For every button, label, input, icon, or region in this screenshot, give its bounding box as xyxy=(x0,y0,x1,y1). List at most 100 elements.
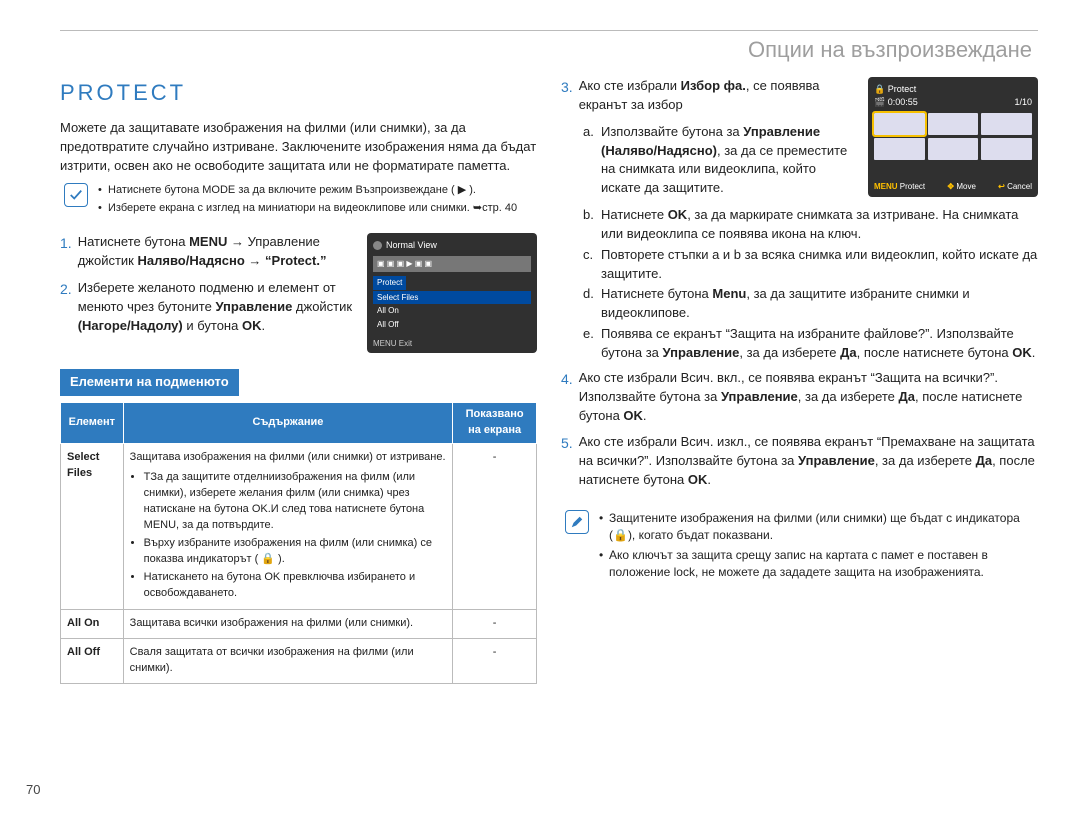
t: MENU xyxy=(189,234,227,249)
camera-screen-gallery: 🔒 Protect 🎬 0:00:55 1/10 xyxy=(868,77,1038,197)
t: Menu xyxy=(712,286,746,301)
intro-paragraph: Можете да защитавате изображения на филм… xyxy=(60,119,537,176)
t: → xyxy=(245,253,265,268)
thumb xyxy=(874,138,925,160)
t: Наляво/Надясно xyxy=(137,253,244,268)
steps-1-2: 1. Натиснете бутона MENU → Управление дж… xyxy=(60,233,355,353)
t: , за да изберете xyxy=(798,389,899,404)
thumb xyxy=(928,138,979,160)
t: OK xyxy=(1012,345,1032,360)
bottom-note-2: Ако ключът за защита срещу запис на карт… xyxy=(599,547,1038,582)
t: Избор фа. xyxy=(681,78,746,93)
screen-titlebar: Normal View xyxy=(373,239,531,252)
t: Натиснете бутона xyxy=(601,286,712,301)
rec-icon xyxy=(373,241,382,250)
step-3-text: 3. Ако сте избрали Избор фа., се появява… xyxy=(561,77,856,204)
menu-all-off: All Off xyxy=(373,318,531,332)
t: Защитава изображения на филми (или снимк… xyxy=(130,451,446,463)
t: Protect xyxy=(888,84,917,94)
two-column-layout: PROTECT Можете да защитавате изображения… xyxy=(0,77,1080,684)
submenu-table: Елемент Съдържание Показвано на екрана S… xyxy=(60,402,537,684)
t: Натиснете бутона xyxy=(78,234,189,249)
t: OK xyxy=(242,318,262,333)
mode-note-1: Натиснете бутона MODE за да включите реж… xyxy=(98,183,517,199)
list-item: Върху избраните изображения на филм (или… xyxy=(144,536,447,568)
cell-display: - xyxy=(453,610,537,639)
sub-body: Натиснете бутона Menu, за да защитите из… xyxy=(601,285,1038,323)
t: Move xyxy=(956,182,976,191)
t: Управление xyxy=(215,299,292,314)
cell-element: All On xyxy=(61,610,124,639)
table-row: All Off Сваля защитата от всички изображ… xyxy=(61,639,537,684)
t: джойстик xyxy=(292,299,352,314)
cell-content-inner: Защитава изображения на филми (или снимк… xyxy=(130,450,447,601)
t: Ако сте избрали xyxy=(579,78,681,93)
t: (Нагоре/Надолу) xyxy=(78,318,183,333)
protect-title: PROTECT xyxy=(60,77,537,109)
table-row: All On Защитава всички изображения на фи… xyxy=(61,610,537,639)
foot-protect: MENU Protect xyxy=(874,181,925,193)
pencil-icon xyxy=(565,510,589,534)
gallery-thumbs xyxy=(874,113,1032,160)
letter: e. xyxy=(583,325,597,363)
step-2-body: Изберете желаното подменю и елемент от м… xyxy=(78,279,355,336)
thumb xyxy=(981,138,1032,160)
t: OK xyxy=(688,472,708,487)
sub-body: Повторете стъпки a и b за всяка снимка и… xyxy=(601,246,1038,284)
t: , после натиснете бутона xyxy=(857,345,1013,360)
t: Да xyxy=(840,345,857,360)
t: , за да изберете xyxy=(875,453,976,468)
t: Да xyxy=(976,453,993,468)
foot-move: ✥ Move xyxy=(947,181,976,193)
mode-note-list: Натиснете бутона MODE за да включите реж… xyxy=(98,183,517,219)
page-number: 70 xyxy=(26,782,40,797)
letter: b. xyxy=(583,206,597,244)
cell-content: Сваля защитата от всички изображения на … xyxy=(123,639,453,684)
mode-note-2: Изберете екрана с изглед на миниатюри на… xyxy=(98,201,517,217)
step-3-row: 3. Ако сте избрали Избор фа., се появява… xyxy=(561,77,1038,204)
step-5: 5. Ако сте избрали Всич. изкл., се появя… xyxy=(561,433,1038,490)
left-column: PROTECT Можете да защитавате изображения… xyxy=(60,77,537,684)
t: . xyxy=(643,408,647,423)
t: “Protect.” xyxy=(265,253,326,268)
t: 0:00:55 xyxy=(888,97,918,107)
t: Да xyxy=(899,389,916,404)
manual-page: Опции на възпроизвеждане PROTECT Можете … xyxy=(0,0,1080,827)
gallery-time: 🎬 0:00:55 xyxy=(874,96,918,109)
th-display: Показвано на екрана xyxy=(453,403,537,444)
camera-screen-menu: Normal View ▣ ▣ ▣ ▶ ▣ ▣ Protect Select F… xyxy=(367,233,537,353)
foot-cancel: ↩ Cancel xyxy=(998,181,1032,193)
th-element: Елемент xyxy=(61,403,124,444)
step-1: 1. Натиснете бутона MENU → Управление дж… xyxy=(60,233,355,271)
t: Натиснете xyxy=(601,207,668,222)
cell-element: Select Files xyxy=(61,444,124,610)
list-item: Натискането на бутона OK превключва изби… xyxy=(144,570,447,602)
t: Управление xyxy=(721,389,798,404)
step-number: 3. xyxy=(561,77,573,115)
step-number: 4. xyxy=(561,369,573,426)
t: . xyxy=(707,472,711,487)
cell-display: - xyxy=(453,444,537,610)
menu-protect: Protect xyxy=(373,276,406,290)
t: Използвайте бутона за xyxy=(601,124,743,139)
bottom-note-block: Защитените изображения на филми (или сни… xyxy=(565,510,1038,584)
list-item: TЗа да защитите отделниизображения на фи… xyxy=(144,470,447,534)
sub-body: Появява се екранът “Защита на избраните … xyxy=(601,325,1038,363)
t: Управление xyxy=(798,453,875,468)
step-2: 2. Изберете желаното подменю и елемент о… xyxy=(60,279,355,336)
right-column: 3. Ако сте избрали Избор фа., се появява… xyxy=(561,77,1038,684)
screen-footer: MENU Exit xyxy=(373,338,412,350)
step-number: 2. xyxy=(60,279,72,336)
cell-content: Защитава всички изображения на филми (ил… xyxy=(123,610,453,639)
bottom-note-list: Защитените изображения на филми (или сни… xyxy=(599,510,1038,584)
t: . xyxy=(261,318,265,333)
bottom-note-1: Защитените изображения на филми (или сни… xyxy=(599,510,1038,545)
thumb xyxy=(874,113,925,135)
th-content: Съдържание xyxy=(123,403,453,444)
screen-menu: Protect Select Files All On All Off xyxy=(373,276,531,331)
sub-body: Използвайте бутона за Управление (Наляво… xyxy=(601,123,856,198)
screen-title: Normal View xyxy=(386,239,437,252)
t: Cancel xyxy=(1007,182,1032,191)
section-header: Опции на възпроизвеждане xyxy=(0,31,1080,77)
step-3-a: a.Използвайте бутона за Управление (Наля… xyxy=(583,123,856,198)
